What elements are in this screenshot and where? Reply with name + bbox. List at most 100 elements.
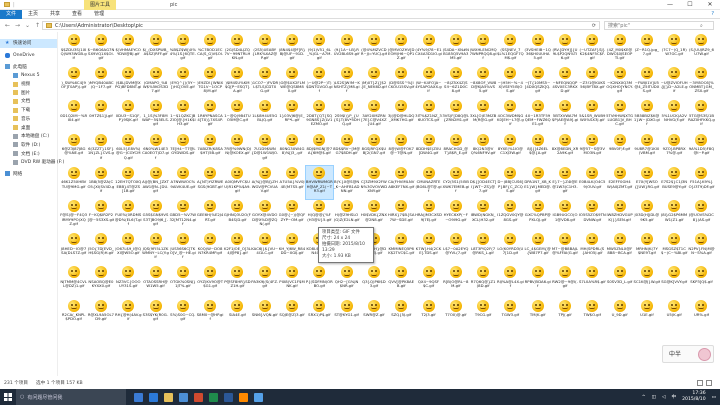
file-item[interactable]: OTAOSSRH@W1W5.gif	[142, 265, 169, 298]
file-item[interactable]: 1L$8H4UE5GBLJQ.gif	[251, 99, 278, 132]
file-item[interactable]: U5(K.gif	[661, 299, 688, 332]
file-item[interactable]: )M)0T}Z{[$2{E_NEK6D.gif	[360, 66, 387, 99]
file-item[interactable]: (SS[NEV_7$L%1EQGF7QM$.gif	[497, 33, 524, 66]
sidebar-item[interactable]: 本地磁盘 (C:)	[0, 132, 57, 141]
file-item[interactable]: A(%[)@BJ}ZHWGV@PCVUAV.gif	[251, 166, 278, 199]
file-item[interactable]: P@SF8HR}SDZ1H.gif	[224, 265, 251, 298]
file-item[interactable]: 6N0%W14E3CA0EOT)D7.gif	[142, 133, 169, 166]
search-icon[interactable]: ⌕	[700, 23, 703, 29]
file-item[interactable]: J8I}G2$P6MMW1(Z1.gif	[661, 199, 688, 232]
file-item[interactable]: 60L5}E8V%J@G~JCGYCMQ.gif	[115, 133, 142, 166]
file-item[interactable]: R7Q6Q@}Z1(8D.gif	[469, 265, 496, 298]
file-item[interactable]: $~B6G6AG7NSX9VQ1X$OI.gif	[87, 33, 114, 66]
file-item[interactable]: K2F1JOE_O[3L4J@P8}.gif	[224, 232, 251, 265]
file-item[interactable]: GEE6H(%E2J4RT.gif	[196, 199, 223, 232]
file-item[interactable]: T7O0)@.gif	[442, 299, 469, 332]
file-item[interactable]: 4OC3WDM$GK0[EH~L7@.gif	[497, 99, 524, 132]
sidebar-item[interactable]: 视频	[0, 80, 57, 89]
office-icon[interactable]	[194, 392, 203, 402]
file-item[interactable]: J5O{7D[EVD_H$SG(R)H.gif	[87, 232, 114, 265]
file-item[interactable]: 4X~1R3TF59QEM~FWZ6QE1.gif	[524, 99, 551, 132]
excel-icon[interactable]	[209, 392, 218, 402]
file-item[interactable]: 0HTZ$1]J.gif	[87, 99, 114, 132]
tab-share[interactable]: 共享	[44, 10, 66, 19]
file-item[interactable]: RIJ%A@L4X.gif	[497, 265, 524, 298]
file-item[interactable]: CMUNAZRTE(BG6L@T@.gif	[415, 166, 442, 199]
file-item[interactable]: JUS56S6C[TKO]V_@~HE.gif	[169, 232, 196, 265]
file-item[interactable]: 2D8T{QT{SQ9GN8S}Z(LV1EZMO.gif	[306, 99, 333, 132]
file-item[interactable]: 8D$$RV~[M@G7$8DH.gif	[333, 133, 360, 166]
file-item[interactable]: PIX8(VC1F$MNK.gif	[278, 265, 305, 298]
file-item[interactable]: KMMINEQ5P6K$2TVC$C.gif	[388, 232, 415, 265]
file-item[interactable]: )MYQB40ABC(Q~1F7.gif	[87, 66, 114, 99]
file-item[interactable]: E2EFF0GH4W)A0JZMT.gif	[606, 166, 633, 199]
file-item[interactable]: A7U5A}%V0J4E(M7S5.gif	[278, 166, 305, 199]
file-item[interactable]: 9ZO}BP8RX7%@.gif	[661, 133, 688, 166]
file-item[interactable]: (2G)SD4LJZQ7V~99NTRLHKN.gif	[224, 33, 251, 66]
file-item[interactable]: )LS2S]W!M~KNSHTZ{M8.gif	[333, 66, 360, 99]
file-item[interactable]: (S{UUJRZ9_6U7W.gif	[688, 33, 715, 66]
file-item[interactable]: SKP3[Q$.gif	[688, 265, 715, 298]
file-item[interactable]: GBD5~%V7W32[MT12N4.gif	[169, 199, 196, 232]
file-item[interactable]: B(Y-}X@S@N_K~AHFB1ADNN.gif	[333, 166, 360, 199]
file-item[interactable]: (Z~R1Q.jpg_7.gif	[633, 33, 660, 66]
file-item[interactable]: I1XC%QPBP@PXLQJ.gif	[524, 199, 551, 232]
file-item[interactable]: SZQ{5J.gif	[388, 299, 415, 332]
file-item[interactable]: DPA1N7_XB_KE1}W}MED@.gif	[524, 166, 551, 199]
file-item[interactable]: 8GSJRFQX$UB[2(GN7.gif	[360, 133, 387, 166]
file-item[interactable]: 3VS(F[D8Q@L{ZRN2M1.gif	[442, 99, 469, 132]
sidebar-item[interactable]: 软件 (D:)	[0, 141, 57, 150]
file-item[interactable]: 3J(@D@HLDQ_XMK7HG.gif	[388, 99, 415, 132]
file-item[interactable]: ~Z3!1@KUKS56(BYT8X.gif	[579, 66, 606, 99]
file-item[interactable]: TW$O.gif	[579, 299, 606, 332]
file-item[interactable]: M7~@B8BAJL@%FFAI(G.gif	[551, 232, 578, 265]
edge-icon[interactable]	[149, 392, 158, 402]
file-item[interactable]: (9)1)V51_6L_%)GL~A7M.gif	[306, 33, 333, 66]
tab-view[interactable]: 查看	[66, 10, 88, 19]
file-item[interactable]: )GMAPO_%8W$%5KOS3D7.gif	[142, 66, 169, 99]
file-item[interactable]: PA3K9J(S(4FZ.gif	[251, 265, 278, 298]
context-tab-picture-tools[interactable]: 图片工具	[84, 0, 117, 10]
file-item[interactable]: R2CA(_KNPL$PDO.gif	[60, 299, 87, 332]
file-item[interactable]: LO(K0YRD3(U7[1D.gif	[497, 232, 524, 265]
file-item[interactable]: SWR@Z.gif	[360, 299, 387, 332]
file-item[interactable]: )_SW%6C4[9OF]T0AP)(.gif	[60, 66, 87, 99]
file-item[interactable]: J8HED~IO@7SA(DLS7Z.gif	[60, 232, 87, 265]
file-item[interactable]: D~(8B[CUS6]P}BF{C_ZCQS.gif	[497, 166, 524, 199]
search-input[interactable]	[608, 22, 698, 29]
file-item[interactable]: UR%.gif	[688, 299, 715, 332]
file-item[interactable]: ~K2NXXQ3MOQXHO[YNCY.gif	[606, 66, 633, 99]
file-item[interactable]: 1~$1QZKC]BZIO[@{H1K$IH3.gif	[169, 99, 196, 132]
file-item[interactable]: JO67L$9_I@QXI@W5O.gif	[115, 232, 142, 265]
file-item[interactable]: (@MVOZHV[DEOM)H6~QP1Z.gif	[388, 33, 415, 66]
clock[interactable]: 17:36 2015/8/10	[682, 391, 706, 403]
file-item[interactable]: KAC6J}${VU~4I1LC.gif	[251, 232, 278, 265]
file-item[interactable]: G0@{~)(@QFZYP~OM.gif	[278, 199, 305, 232]
sidebar-item[interactable]: OneDrive	[0, 51, 57, 60]
file-item[interactable]: (WXHLENCMQ7WNPRQQ8.gif	[469, 33, 497, 66]
file-item[interactable]: T2J3.gif	[415, 299, 442, 332]
file-item[interactable]: IO5S5ZO$9TNDVNW.gif	[579, 199, 606, 232]
file-item[interactable]: P{(SDFMN(ORBO.gif	[306, 265, 333, 298]
file-item[interactable]: SIA4E.gif	[224, 299, 251, 332]
file-item[interactable]: 8RACHGD_@T}8$R_E.gif	[442, 133, 469, 166]
sidebar-item[interactable]: 此电脑	[0, 62, 57, 71]
file-item[interactable]: S%)S0O~CQ.gif	[169, 299, 196, 332]
start-button[interactable]	[0, 389, 16, 405]
file-item[interactable]: (9{1A~I-B}RUV2BL6S9.gif	[333, 33, 360, 66]
cortana-search-box[interactable]: ○ 有问题尽管问我	[16, 389, 126, 405]
file-item[interactable]: HIRX}7$B{SA7W~SDE.gif	[388, 199, 415, 232]
file-item[interactable]: 8DDH$E(Z0U[DW4G.gif	[415, 133, 442, 166]
ime-widget[interactable]: 中半	[662, 345, 714, 363]
large-icons-view-icon[interactable]	[706, 380, 712, 386]
file-item[interactable]: )$8L|DVM@XPG)BFD8NT.gif	[115, 66, 142, 99]
file-item[interactable]: S7L0A%R$.gif	[579, 265, 606, 298]
file-item[interactable]: SC1K@J}W.gif	[633, 265, 660, 298]
file-item[interactable]: 8@(W@FOK7@~T@N.gif	[388, 133, 415, 166]
file-item[interactable]: IW8ZHDVGUPK(}}SEN.gif	[606, 199, 633, 232]
sidebar-item[interactable]: 音乐	[0, 115, 57, 124]
file-item[interactable]: GJHNQ3U2O(FB4S(D.gif	[224, 199, 251, 232]
up-arrow-icon[interactable]: ↑	[34, 22, 41, 29]
ime-indicator[interactable]: 中	[671, 394, 676, 400]
file-item[interactable]: Q3}Q)P6I$D3.gif	[360, 265, 387, 298]
